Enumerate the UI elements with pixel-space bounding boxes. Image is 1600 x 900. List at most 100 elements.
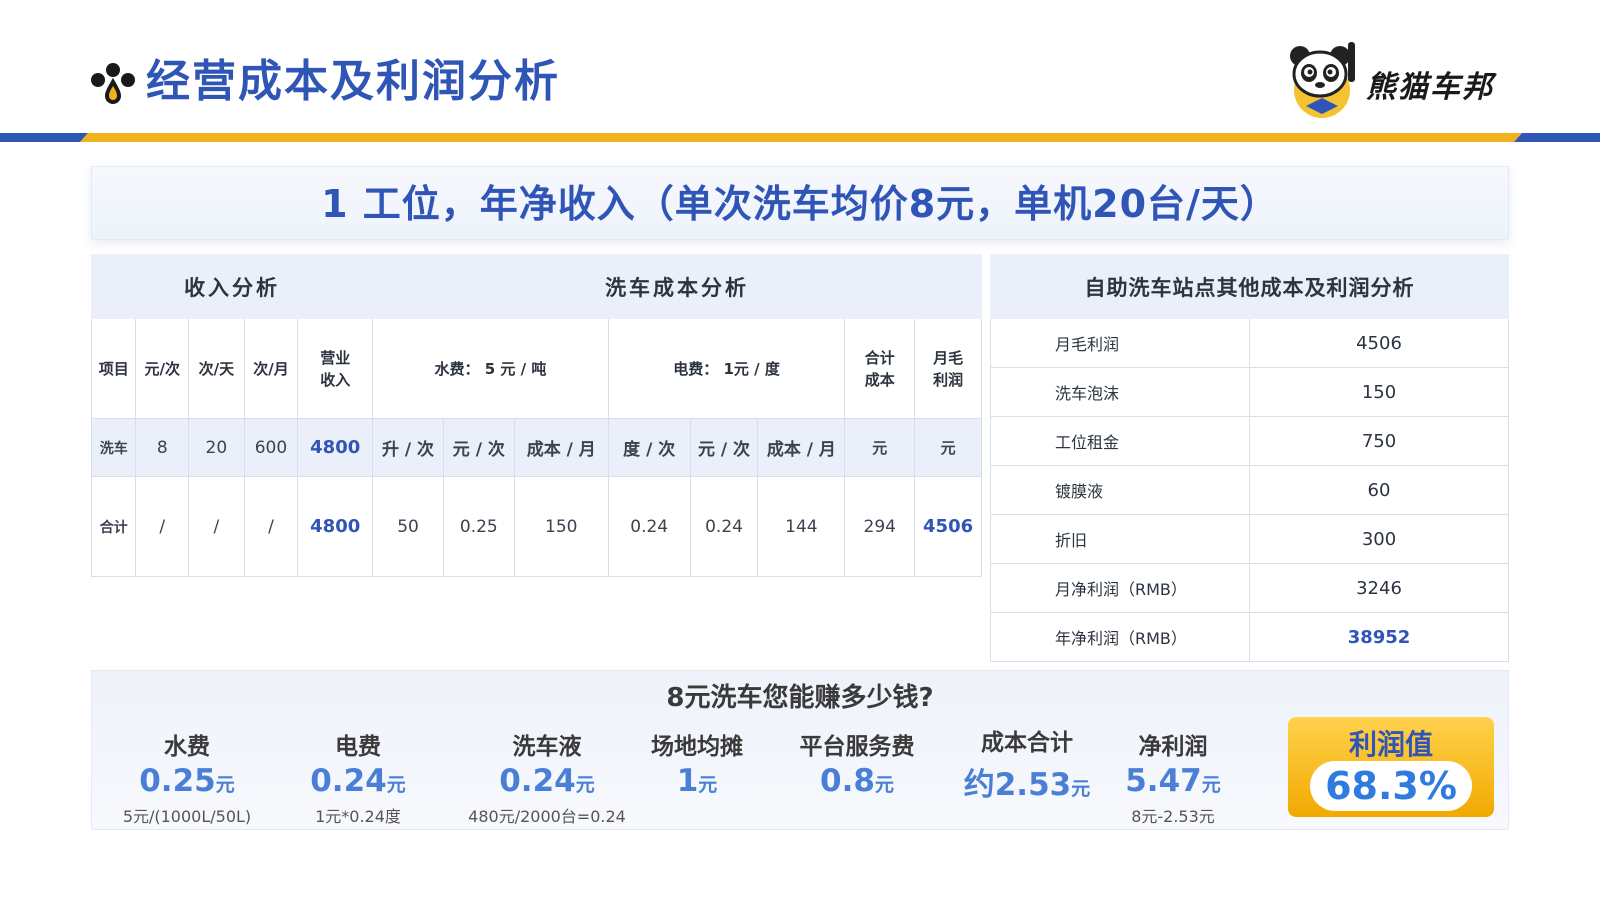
row-value: 38952: [1249, 612, 1509, 662]
panda-mascot-icon: [1290, 42, 1355, 118]
row-value: 3246: [1249, 563, 1509, 613]
profit-value: 68.3%: [1310, 761, 1472, 811]
subheader-water-monthly: 成本 / 月: [513, 418, 609, 477]
page-title: 经营成本及利润分析: [146, 56, 560, 107]
brand-name: 熊猫车邦: [1366, 70, 1494, 105]
total-liters-cell: 50: [372, 476, 444, 577]
item-name: 场地均摊: [651, 734, 743, 760]
item-value: 1: [676, 763, 699, 799]
item-name: 洗车液: [512, 734, 582, 760]
total-price-cell: /: [135, 476, 190, 577]
subheader-gross-unit: 元: [914, 418, 982, 477]
header-divider: [0, 133, 1600, 142]
profit-label: 利润值: [1348, 728, 1433, 761]
income-cost-table: 收入分析 洗车成本分析 项目 元/次 次/天 次/月 营业收入 水费： 5 元 …: [90, 254, 982, 577]
total-cost-cell: 294: [844, 476, 916, 577]
item-unit: 元: [1071, 778, 1091, 800]
header-water: 水费： 5 元 / 吨: [372, 318, 609, 419]
row-value: 750: [1249, 416, 1509, 466]
header-gross-profit: 月毛利润: [914, 318, 982, 419]
header-power: 电费： 1元 / 度: [607, 318, 846, 419]
summary-item-total-cost: 成本合计 约2.53元: [962, 723, 1092, 804]
table-row: 洗车泡沫 150: [990, 367, 1509, 417]
header-total-cost: 合计成本: [844, 318, 916, 419]
item-name: 成本合计: [981, 730, 1073, 756]
item-unit: 元: [215, 774, 235, 796]
item-value: 5.47: [1125, 763, 1202, 799]
item-value: 0.25: [139, 763, 216, 799]
header: 经营成本及利润分析 熊猫车邦: [0, 0, 1600, 142]
table-row: 折旧 300: [990, 514, 1509, 564]
summary-item-platform-fee: 平台服务费 0.8元: [792, 727, 922, 799]
total-per-month-cell: /: [243, 476, 299, 577]
total-power-price-cell: 0.24: [689, 476, 759, 577]
row-label: 折旧: [990, 514, 1250, 564]
other-cost-profit-table: 自助洗车站点其他成本及利润分析 月毛利润 4506 洗车泡沫 150 工位租金 …: [990, 254, 1509, 662]
item-name: 电费: [335, 734, 381, 760]
total-water-monthly-cell: 150: [513, 476, 609, 577]
row-label: 洗车泡沫: [990, 367, 1250, 417]
item-name: 净利润: [1138, 734, 1208, 760]
item-name: 水费: [164, 734, 210, 760]
banner-text: 1 工位，年净收入（单次洗车均价8元，单机20台/天）: [321, 182, 1279, 226]
right-table-title: 自助洗车站点其他成本及利润分析: [990, 254, 1509, 319]
item-value: 0.8: [820, 763, 875, 799]
table-row: 年净利润（RMB） 38952: [990, 612, 1509, 662]
item-value: 0.24: [310, 763, 387, 799]
table-row: 月净利润（RMB） 3246: [990, 563, 1509, 613]
wash-row-label: 洗车: [90, 418, 137, 477]
subheader-water-price: 元 / 次: [442, 418, 515, 477]
summary-item-net-profit: 净利润 5.47元 8元-2.53元: [1118, 727, 1228, 827]
row-label: 月毛利润: [990, 318, 1250, 368]
subheader-power-monthly: 成本 / 月: [757, 418, 846, 477]
total-water-price-cell: 0.25: [442, 476, 515, 577]
table-row: 镀膜液 60: [990, 465, 1509, 515]
row-value: 4506: [1249, 318, 1509, 368]
header-revenue: 营业收入: [297, 318, 374, 419]
item-note: 1元*0.24度: [315, 807, 401, 826]
subtitle-banner: 1 工位，年净收入（单次洗车均价8元，单机20台/天）: [91, 166, 1509, 240]
header-per-month: 次/月: [243, 318, 299, 419]
item-note: 480元/2000台=0.24: [468, 807, 626, 826]
table-row: 工位租金 750: [990, 416, 1509, 466]
row-value: 150: [1249, 367, 1509, 417]
summary-item-water: 水费 0.25元 5元/(1000L/50L): [122, 727, 252, 827]
item-unit: 元: [575, 774, 595, 796]
item-note: 8元-2.53元: [1131, 807, 1215, 826]
total-revenue-cell: 4800: [297, 476, 374, 577]
item-name: 平台服务费: [799, 734, 915, 760]
total-kwh-cell: 0.24: [607, 476, 691, 577]
profit-rate-badge: 利润值 68.3%: [1288, 717, 1494, 817]
header-item: 项目: [90, 318, 137, 419]
income-section-header: 收入分析: [90, 254, 374, 319]
subheader-kwh: 度 / 次: [607, 418, 691, 477]
wash-price-cell: 8: [135, 418, 190, 477]
row-value: 300: [1249, 514, 1509, 564]
item-unit: 元: [698, 774, 718, 796]
row-value: 60: [1249, 465, 1509, 515]
wash-revenue-cell: 4800: [297, 418, 374, 477]
wash-per-month-cell: 600: [243, 418, 299, 477]
summary-item-site-share: 场地均摊 1元: [642, 727, 752, 799]
total-per-day-cell: /: [188, 476, 245, 577]
total-gross-profit-cell: 4506: [914, 476, 982, 577]
table-row: 月毛利润 4506: [990, 318, 1509, 368]
summary-item-power: 电费 0.24元 1元*0.24度: [298, 727, 418, 827]
row-label: 镀膜液: [990, 465, 1250, 515]
total-row-label: 合计: [90, 476, 137, 577]
summary-item-wash-liquid: 洗车液 0.24元 480元/2000台=0.24: [462, 727, 632, 827]
subheader-power-price: 元 / 次: [689, 418, 759, 477]
brand-logo: 熊猫车邦: [1286, 40, 1526, 122]
row-label: 工位租金: [990, 416, 1250, 466]
summary-title: 8元洗车您能赚多少钱?: [666, 683, 934, 713]
wash-per-day-cell: 20: [188, 418, 245, 477]
row-label: 月净利润（RMB）: [990, 563, 1250, 613]
header-price: 元/次: [135, 318, 190, 419]
item-unit: 元: [386, 774, 406, 796]
total-power-monthly-cell: 144: [757, 476, 846, 577]
item-note: 5元/(1000L/50L): [122, 807, 252, 826]
item-unit: 元: [874, 774, 894, 796]
item-unit: 元: [1201, 774, 1221, 796]
item-value: 约2.53: [963, 767, 1072, 803]
profit-summary-panel: 8元洗车您能赚多少钱? 水费 0.25元 5元/(1000L/50L) 电费 0…: [91, 670, 1509, 830]
